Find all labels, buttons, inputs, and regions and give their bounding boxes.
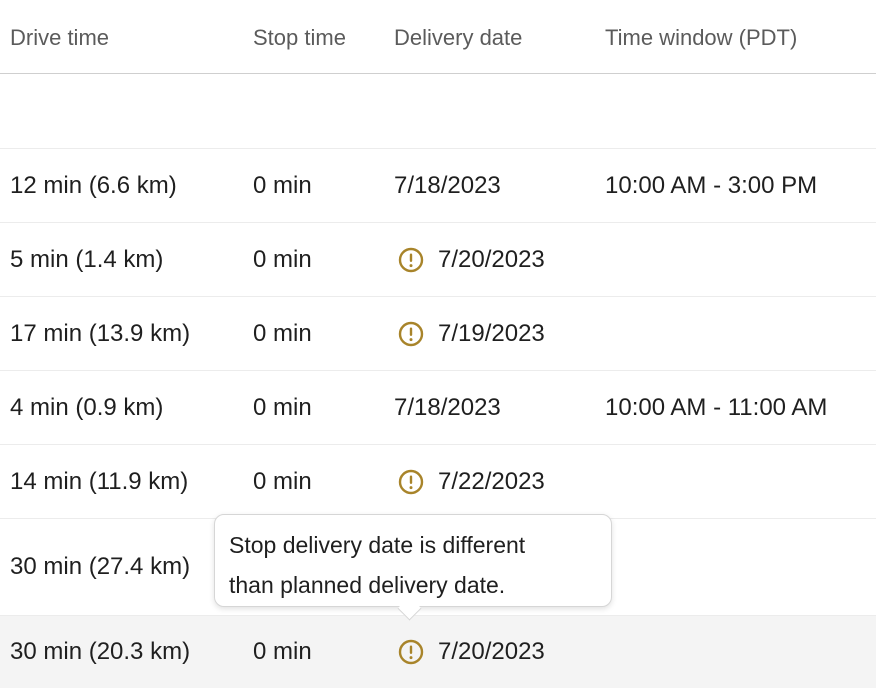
drive-time-cell: 17 min (13.9 km) [10, 320, 191, 347]
table-row[interactable]: 14 min (11.9 km) 0 min 7/22/2023 [0, 445, 876, 519]
delivery-date-cell: 7/18/2023 [394, 394, 501, 421]
drive-time-cell: 30 min (27.4 km) [10, 553, 191, 580]
delivery-date-warning-tooltip: Stop delivery date is different than pla… [214, 514, 612, 607]
delivery-date-cell: 7/20/2023 [394, 638, 545, 666]
delivery-date-cell: 7/18/2023 [394, 172, 501, 199]
stop-time-cell: 0 min [253, 246, 312, 273]
stop-time-cell: 0 min [253, 638, 312, 665]
stop-time-cell: 0 min [253, 172, 312, 199]
table-header: Drive time Stop time Delivery date Time … [0, 0, 876, 74]
drive-time-cell: 5 min (1.4 km) [10, 246, 164, 273]
table-row-hovered[interactable]: 30 min (20.3 km) 0 min 7/20/2023 [0, 616, 876, 688]
column-header-drive-time[interactable]: Drive time [10, 25, 109, 51]
delivery-date-cell: 7/19/2023 [394, 320, 545, 348]
time-window-cell: 10:00 AM - 3:00 PM [605, 172, 818, 199]
delivery-date-cell: 7/22/2023 [394, 468, 545, 496]
delivery-date-value: 7/19/2023 [438, 320, 545, 347]
stop-time-cell: 0 min [253, 394, 312, 421]
warning-circle-icon[interactable] [398, 321, 424, 347]
table-row[interactable] [0, 74, 876, 149]
warning-circle-icon[interactable] [398, 639, 424, 665]
table-row[interactable]: 4 min (0.9 km) 0 min 7/18/2023 10:00 AM … [0, 371, 876, 445]
table-row[interactable]: 5 min (1.4 km) 0 min 7/20/2023 [0, 223, 876, 297]
delivery-date-value: 7/20/2023 [438, 246, 545, 273]
column-header-time-window[interactable]: Time window (PDT) [605, 25, 797, 51]
drive-time-cell: 30 min (20.3 km) [10, 638, 191, 665]
drive-time-cell: 12 min (6.6 km) [10, 172, 177, 199]
drive-time-cell: 14 min (11.9 km) [10, 468, 189, 495]
table-row[interactable]: 17 min (13.9 km) 0 min 7/19/2023 [0, 297, 876, 371]
column-header-stop-time[interactable]: Stop time [253, 25, 346, 51]
stop-time-cell: 0 min [253, 320, 312, 347]
warning-circle-icon[interactable] [398, 247, 424, 273]
tooltip-line-1: Stop delivery date is different [229, 532, 526, 558]
delivery-date-value: 7/22/2023 [438, 468, 545, 495]
warning-circle-icon[interactable] [398, 469, 424, 495]
drive-time-cell: 4 min (0.9 km) [10, 394, 164, 421]
table-row[interactable]: 12 min (6.6 km) 0 min 7/18/2023 10:00 AM… [0, 149, 876, 223]
stop-time-cell: 0 min [253, 468, 312, 495]
delivery-date-cell: 7/20/2023 [394, 246, 545, 274]
time-window-cell: 10:00 AM - 11:00 AM [605, 394, 828, 421]
delivery-date-value: 7/20/2023 [438, 638, 545, 665]
column-header-delivery-date[interactable]: Delivery date [394, 25, 522, 51]
